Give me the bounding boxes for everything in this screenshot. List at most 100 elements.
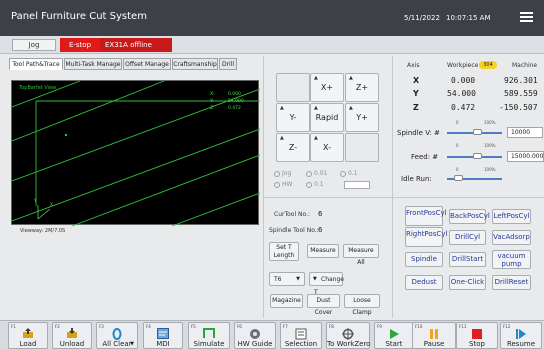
- f4-mdi-button[interactable]: F4 MDI: [143, 322, 183, 349]
- tab-drill[interactable]: Drill: [219, 58, 237, 70]
- fkey-label: Unload: [59, 340, 85, 348]
- f6-hw-guide-button[interactable]: F6 HW Guide: [234, 322, 276, 349]
- mode-jog-radio[interactable]: Jog: [274, 170, 291, 177]
- feed-rate-input[interactable]: 15000.000: [507, 151, 544, 162]
- measure-all-button[interactable]: Measure All: [343, 244, 379, 266]
- f1-load-button[interactable]: F1 Load: [8, 322, 48, 349]
- vac-adsorp-button[interactable]: VacAdsorp: [492, 230, 531, 245]
- fkey-number: F4: [146, 324, 151, 329]
- fkey-number: F11: [459, 324, 467, 329]
- start-icon: [390, 329, 399, 339]
- feed-slider-knob[interactable]: [473, 153, 483, 159]
- jog-pad-blank: [276, 73, 310, 102]
- fkey-label: HW Guide: [237, 340, 273, 348]
- jog-x-minus-button[interactable]: ▲ X-: [310, 133, 344, 162]
- tool-select[interactable]: T6 ▼: [269, 272, 305, 286]
- toolpath-line: [12, 88, 260, 182]
- spindle-button[interactable]: Spindle: [405, 252, 443, 267]
- loose-clamp-button[interactable]: Loose Clamp: [344, 294, 380, 316]
- tab-tool-path[interactable]: Tool Path&Trace: [9, 58, 63, 70]
- divider: [393, 197, 544, 198]
- dedust-button[interactable]: Dedust: [405, 275, 443, 290]
- fkey-number: F1: [11, 324, 16, 329]
- jog-mode-indicator[interactable]: Jog: [12, 39, 56, 51]
- jog-y-plus-button[interactable]: ▲ Y+: [345, 103, 379, 132]
- left-pos-cyl-button[interactable]: LeftPosCyl: [492, 209, 531, 224]
- chevron-down-icon: ▼: [296, 276, 300, 282]
- date-display: 5/11/2022: [404, 14, 440, 22]
- time-display: 10:07:15 AM: [446, 14, 491, 22]
- set-tool-length-button[interactable]: Set T Length: [269, 242, 299, 261]
- magazine-button[interactable]: Magazine: [270, 294, 303, 308]
- f2-unload-button[interactable]: F2 Unload: [52, 322, 92, 349]
- f5-simulate-button[interactable]: F5 Simulate: [188, 322, 230, 349]
- resume-icon: [516, 329, 526, 339]
- spindle-tick-low: 0: [456, 120, 459, 125]
- jog-z-minus-button[interactable]: ▲ Z-: [276, 133, 310, 162]
- front-pos-cyl-button[interactable]: FrontPosCyl: [405, 206, 447, 226]
- jog-z-plus-button[interactable]: ▲ Z+: [345, 73, 379, 102]
- drill-start-button[interactable]: DrillStart: [449, 252, 486, 267]
- change-tool-select[interactable]: ▼ Change T: [309, 272, 344, 296]
- f7-selection-button[interactable]: F7 Selection: [280, 322, 322, 349]
- cur-tool-label: CurTool No.:: [274, 211, 311, 218]
- jog-x-plus-button[interactable]: ▲ X+: [310, 73, 344, 102]
- jog-y-minus-button[interactable]: ▲ Y-: [276, 103, 310, 132]
- jog-z-minus-label: Z-: [288, 143, 298, 152]
- mdi-icon: [157, 328, 169, 339]
- offset-badge: 304: [479, 61, 497, 69]
- f3-all-clear-button[interactable]: F3 All Clear ▼: [96, 322, 138, 349]
- axis-y-label: Y: [34, 199, 37, 204]
- fkey-label: Pause: [423, 340, 445, 348]
- tab-multi-task[interactable]: Multi-Task Manage: [64, 58, 122, 70]
- axis-y-machine: 589.559: [504, 89, 538, 98]
- mode-001-radio[interactable]: 0.01: [306, 170, 327, 177]
- drill-cyl-button[interactable]: DrillCyl: [449, 230, 486, 245]
- step-input[interactable]: [344, 181, 370, 189]
- axis-x-name: X: [413, 76, 420, 85]
- workpiece-header: Workpiece: [447, 62, 479, 69]
- idle-slider-knob[interactable]: [454, 175, 463, 181]
- vacuum-pump-button[interactable]: vacuum pump: [492, 250, 531, 269]
- app-title: Panel Furniture Cut System: [11, 11, 147, 22]
- spindle-speed-input[interactable]: 10000: [507, 127, 543, 138]
- origin-marker: [64, 133, 68, 137]
- tool-select-value: T6: [274, 276, 282, 283]
- rapid-button[interactable]: ▲ Rapid: [310, 103, 344, 132]
- spindle-slider-knob[interactable]: [473, 129, 483, 135]
- tab-offset-manage[interactable]: Offset Manage: [123, 58, 171, 70]
- fkey-number: F6: [237, 324, 242, 329]
- f8-to-workzero-button[interactable]: F8 To WorkZero: [326, 322, 370, 349]
- feed-tick-low: 0: [456, 143, 459, 148]
- axis-z-name: Z: [413, 103, 419, 112]
- idle-run-label: Idle Run:: [401, 175, 432, 183]
- dust-cover-button[interactable]: Dust Cover: [307, 294, 340, 316]
- arrow-up-icon: ▲: [280, 135, 284, 141]
- drill-reset-button[interactable]: DrillReset: [492, 275, 531, 290]
- toolpath-line: [171, 192, 260, 226]
- one-click-button[interactable]: One-Click: [449, 275, 486, 290]
- mode-hw-radio[interactable]: HW: [274, 181, 292, 188]
- measure-button[interactable]: Measure: [307, 244, 339, 258]
- spindle-tool-label: Spindle Tool No.:: [269, 227, 319, 234]
- fkey-number: F5: [191, 324, 196, 329]
- mode-01-radio[interactable]: 0.1: [340, 170, 358, 177]
- tab-craftsmanship[interactable]: Craftsmanship: [172, 58, 218, 70]
- divider: [392, 56, 393, 318]
- chevron-down-icon: ▼: [130, 341, 134, 347]
- f12-resume-button[interactable]: F12 Resume: [500, 322, 542, 349]
- f11-stop-button[interactable]: F11 Stop: [456, 322, 498, 349]
- toolpath-view[interactable]: TopBarfet View X: 0.000 Y: 54.000 Z: 0.4…: [11, 80, 260, 226]
- spindle-tick-high: 100%: [484, 120, 496, 125]
- f9-start-button[interactable]: F9 Start: [374, 322, 414, 349]
- spindle-tool-value: 6: [318, 226, 323, 234]
- f10-pause-button[interactable]: F10 Pause: [412, 322, 456, 349]
- divider: [263, 56, 264, 318]
- jog-x-minus-label: X-: [323, 143, 331, 152]
- view-caption: Viewway: 2M/7.0S: [20, 228, 66, 234]
- right-pos-cyl-button[interactable]: RightPosCyl: [405, 227, 447, 247]
- back-pos-cyl-button[interactable]: BackPosCyl: [449, 209, 490, 224]
- axis-z-machine: -150.507: [499, 103, 538, 112]
- hamburger-menu-icon[interactable]: [520, 12, 533, 22]
- mode-hw01-radio[interactable]: 0.1: [306, 181, 324, 188]
